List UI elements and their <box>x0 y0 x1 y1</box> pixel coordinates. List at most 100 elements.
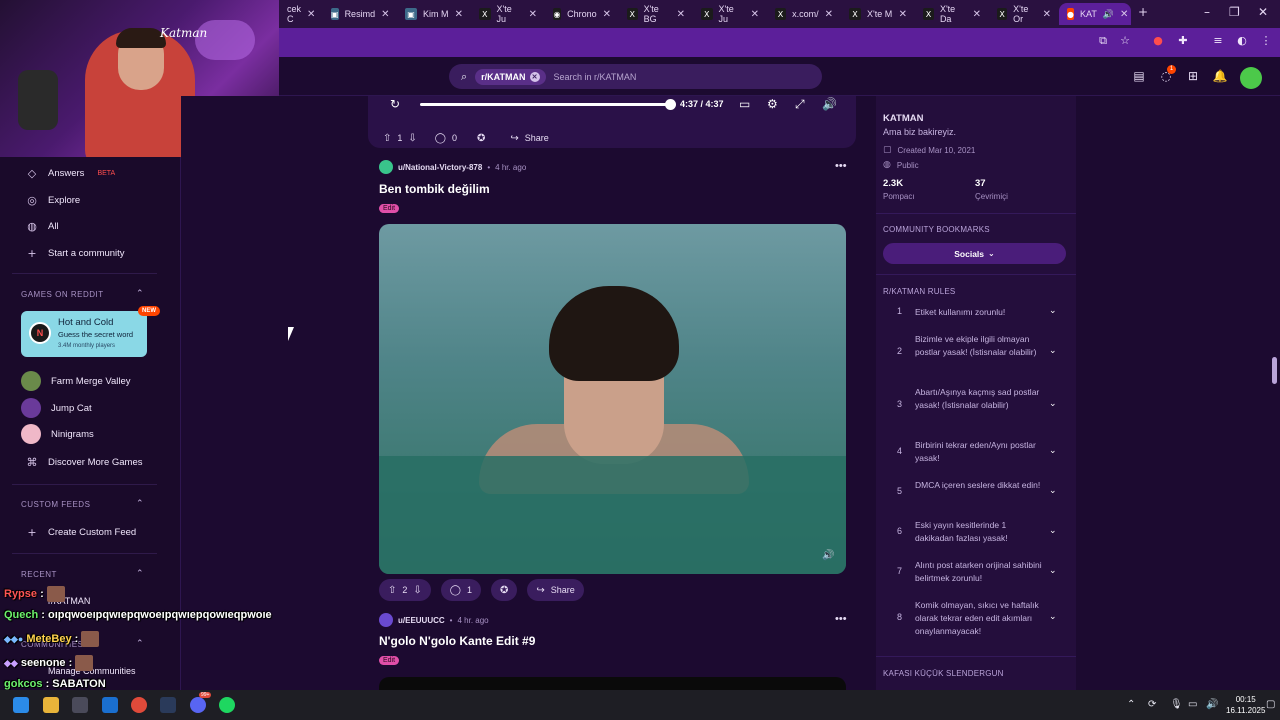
browser-tab[interactable]: ▣ Kim M ✕ <box>397 3 471 25</box>
captions-icon[interactable]: ▭ <box>739 97 750 111</box>
sidebar-item-answers[interactable]: ◇ Answers BETA <box>26 167 115 180</box>
video-progress-bar[interactable] <box>420 103 670 106</box>
chevron-down-icon[interactable]: ⌄ <box>1049 566 1057 576</box>
minimize-icon[interactable]: – <box>1204 5 1210 19</box>
close-icon[interactable]: ✕ <box>751 9 759 20</box>
browser-tab[interactable]: X X'te BG ✕ <box>619 3 693 25</box>
create-post-icon[interactable]: ⊞ <box>1185 69 1201 85</box>
discord-icon[interactable] <box>190 697 206 713</box>
extensions-puzzle-icon[interactable]: ✚ <box>1175 34 1191 50</box>
chevron-up-icon[interactable]: ⌃ <box>136 639 144 649</box>
clear-chip-icon[interactable]: ✕ <box>529 71 540 82</box>
chevron-down-icon[interactable]: ⌄ <box>1049 446 1057 456</box>
close-icon[interactable]: ✕ <box>825 9 833 20</box>
create-custom-feed-button[interactable]: + Create Custom Feed <box>26 526 136 539</box>
browser-tab[interactable]: Xx.com/ ✕ <box>767 3 841 25</box>
chevron-down-icon[interactable]: ⌄ <box>1049 306 1057 316</box>
browser-tab-active[interactable]: ● KAT 🔊 ✕ <box>1059 3 1131 25</box>
more-options-icon[interactable]: ••• <box>835 613 847 625</box>
install-app-icon[interactable]: ⧉ <box>1095 34 1111 50</box>
post-title[interactable]: Ben tombik değilim <box>379 182 490 196</box>
media-controls-icon[interactable]: ≡ <box>1210 34 1226 50</box>
comments-button[interactable]: ◯ 1 <box>440 579 482 601</box>
post-title[interactable]: N'golo N'golo Kante Edit #9 <box>379 634 535 648</box>
chevron-up-icon[interactable]: ⌃ <box>136 289 144 299</box>
sidebar-item-all[interactable]: ◍ All <box>26 220 58 233</box>
maximize-icon[interactable]: ❐ <box>1229 5 1240 19</box>
volume-icon[interactable]: 🔊 <box>822 97 837 111</box>
sync-icon[interactable]: ⟳ <box>1148 699 1156 710</box>
notifications-tray-icon[interactable]: ▢ <box>1266 699 1275 710</box>
share-button[interactable]: ↪ Share <box>501 127 557 149</box>
search-input[interactable]: ⌕ r/KATMAN ✕ Search in r/KATMAN <box>449 64 822 89</box>
sidebar-game-ninigrams[interactable]: Ninigrams <box>21 424 94 444</box>
chevron-up-icon[interactable]: ⌃ <box>136 569 144 579</box>
sidebar-item-explore[interactable]: ◎ Explore <box>26 194 80 207</box>
close-icon[interactable]: ✕ <box>677 9 685 20</box>
post-video-next[interactable] <box>379 677 846 690</box>
close-icon[interactable]: ✕ <box>1043 9 1051 20</box>
downvote-icon[interactable]: ⇩ <box>408 133 416 144</box>
fullscreen-icon[interactable]: ⤢ <box>795 97 805 112</box>
close-icon[interactable]: ✕ <box>307 9 315 20</box>
page-scrollbar[interactable] <box>1272 357 1277 384</box>
chevron-down-icon[interactable]: ⌄ <box>1049 526 1057 536</box>
chevron-up-icon[interactable]: ⌃ <box>136 499 144 509</box>
bookmark-star-icon[interactable]: ☆ <box>1117 34 1133 50</box>
outlook-icon[interactable] <box>102 697 118 713</box>
post-flair[interactable]: Edit <box>379 204 400 213</box>
tray-chevron-up-icon[interactable]: ⌃ <box>1127 699 1135 710</box>
award-button[interactable]: ✪ <box>471 127 491 149</box>
comments-button[interactable]: ◯ 0 <box>431 127 461 149</box>
vote-control[interactable]: ⇧ 1 ⇩ <box>379 127 421 149</box>
windows-start-icon[interactable] <box>13 697 29 713</box>
featured-game-card[interactable]: N Hot and Cold Guess the secret word 3.4… <box>21 311 147 357</box>
games-section-header[interactable]: GAMES ON REDDIT <box>21 290 104 299</box>
extension-icon[interactable]: ● <box>1150 34 1166 50</box>
close-icon[interactable]: ✕ <box>529 9 537 20</box>
browser-tab[interactable]: ◉ Chrono ✕ <box>545 3 619 25</box>
post-author[interactable]: u/National-Victory-878 <box>398 163 482 172</box>
share-button[interactable]: ↪ Share <box>527 579 584 601</box>
post-flair[interactable]: Edit <box>379 656 400 665</box>
browser-tab[interactable]: ▣ Resimd ✕ <box>323 3 397 25</box>
chevron-down-icon[interactable]: ⌄ <box>1049 399 1057 409</box>
user-avatar-icon[interactable] <box>379 613 393 627</box>
close-icon[interactable]: ✕ <box>899 9 907 20</box>
chevron-down-icon[interactable]: ⌄ <box>1049 612 1057 622</box>
menu-kebab-icon[interactable]: ⋮ <box>1258 34 1274 50</box>
recent-header[interactable]: RECENT <box>21 570 57 579</box>
advertise-icon[interactable]: ▤ <box>1131 69 1147 85</box>
post-author[interactable]: u/EEUUUCC <box>398 616 445 625</box>
award-button[interactable]: ✪ <box>491 579 518 601</box>
new-tab-button[interactable]: + <box>1138 5 1148 19</box>
vote-control[interactable]: ⇧ 2 ⇩ <box>379 579 431 601</box>
browser-tab[interactable]: X X'te Or ✕ <box>989 3 1059 25</box>
close-window-icon[interactable]: ✕ <box>1258 5 1268 19</box>
settings-gear-icon[interactable]: ⚙ <box>767 97 778 111</box>
notifications-bell-icon[interactable]: 🔔 <box>1212 69 1228 85</box>
close-icon[interactable]: ✕ <box>973 9 981 20</box>
user-avatar[interactable] <box>1240 67 1262 89</box>
network-icon[interactable]: ▭ <box>1188 699 1197 710</box>
store-icon[interactable] <box>72 697 88 713</box>
microphone-icon[interactable]: 🎙 <box>1170 699 1183 710</box>
chevron-down-icon[interactable]: ⌄ <box>1049 346 1057 356</box>
progress-knob[interactable] <box>665 99 676 110</box>
browser-tab[interactable]: X X'te Ju ✕ <box>471 3 545 25</box>
sidebar-game-farm-merge-valley[interactable]: Farm Merge Valley <box>21 371 131 391</box>
close-icon[interactable]: ✕ <box>381 9 389 20</box>
post-video[interactable]: 🔊 <box>379 224 846 574</box>
browser-tab[interactable]: X X'te Ju ✕ <box>693 3 767 25</box>
profile-icon[interactable]: ◐ <box>1234 34 1250 50</box>
community-search-chip[interactable]: r/KATMAN ✕ <box>475 68 546 85</box>
close-icon[interactable]: ✕ <box>603 9 611 20</box>
chevron-down-icon[interactable]: ⌄ <box>1049 486 1057 496</box>
sidebar-discover-games[interactable]: ⌘ Discover More Games <box>26 456 143 469</box>
file-explorer-icon[interactable] <box>43 697 59 713</box>
sidebar-game-jump-cat[interactable]: Jump Cat <box>21 398 92 418</box>
close-icon[interactable]: ✕ <box>1120 9 1128 20</box>
upvote-icon[interactable]: ⇧ <box>383 133 391 144</box>
close-icon[interactable]: ✕ <box>455 9 463 20</box>
more-options-icon[interactable]: ••• <box>835 160 847 172</box>
